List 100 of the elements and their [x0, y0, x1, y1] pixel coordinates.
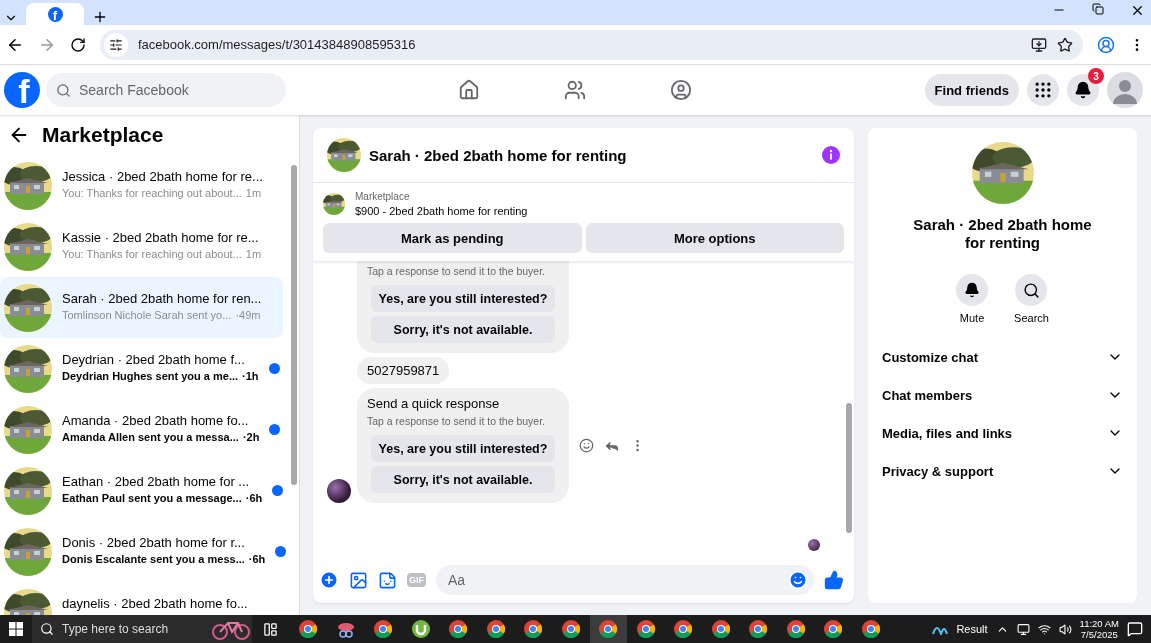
browser-icon[interactable]: [449, 620, 468, 638]
close-icon[interactable]: [1130, 3, 1145, 18]
menu-button[interactable]: [1027, 74, 1059, 106]
home-icon[interactable]: [458, 79, 480, 101]
card-subtitle: Tap a response to send it to the buyer.: [367, 265, 547, 277]
conversation-item[interactable]: Eathan · 2bed 2bath home for ... Eathan Paul sent you a message... ·6h: [0, 460, 283, 521]
action-label: Search: [1014, 312, 1049, 324]
browser-icon[interactable]: [486, 620, 505, 638]
emoji-icon[interactable]: [579, 438, 594, 453]
quick-reply-button[interactable]: Sorry, it's not available.: [371, 316, 555, 343]
bookmark-star-icon[interactable]: [1057, 36, 1073, 53]
add-icon[interactable]: [319, 570, 339, 590]
friends-icon[interactable]: [564, 79, 586, 101]
like-icon[interactable]: [824, 570, 844, 590]
listing-action-button[interactable]: Mark as pending: [323, 223, 582, 253]
browser-icon[interactable]: [636, 620, 655, 638]
browser-icon[interactable]: [824, 620, 843, 638]
taskbar-app[interactable]: [589, 615, 627, 643]
notification-icon[interactable]: [1127, 621, 1143, 637]
restore-icon[interactable]: [1092, 3, 1104, 15]
sidebar-title: Marketplace: [42, 123, 164, 147]
search-icon: [56, 82, 71, 98]
notifications-button[interactable]: [1067, 74, 1099, 106]
photo-icon[interactable]: [349, 570, 368, 590]
section-header[interactable]: Privacy & support: [880, 452, 1125, 490]
account-button[interactable]: [1107, 72, 1143, 108]
weather-label[interactable]: Result: [956, 623, 988, 635]
conversation-item[interactable]: Amanda · 2bed 2bath home fo... Amanda Allen sent you a messa... ·2h: [0, 399, 283, 460]
message-bubble: 5027959871: [357, 357, 450, 384]
browser-icon[interactable]: [861, 620, 880, 638]
search-button[interactable]: [1015, 274, 1048, 306]
sticker-icon[interactable]: [378, 570, 397, 590]
monitor-icon[interactable]: [1016, 622, 1030, 636]
conversation-item[interactable]: Deydrian · 2bed 2bath home f... Deydrian Hughes sent you a me... ·1h: [0, 338, 283, 399]
card-title: Send a quick response: [367, 396, 501, 411]
message-preview: Amanda Allen sent you a messa...: [62, 430, 239, 443]
conversation-name: Sarah · 2bed 2bath home for ren...: [62, 290, 262, 306]
mute-button[interactable]: [956, 274, 989, 306]
section-header[interactable]: Chat members: [880, 376, 1125, 414]
search-input[interactable]: Search Facebook: [77, 81, 257, 99]
section-header[interactable]: Media, files and links: [880, 414, 1125, 452]
browser-icon[interactable]: [674, 620, 693, 638]
browser-icon[interactable]: [299, 620, 318, 638]
conversation-item[interactable]: Kassie · 2bed 2bath home for re... You: Thanks for reaching out about... 1m: [0, 216, 283, 277]
message-input[interactable]: Aa: [446, 571, 788, 589]
browser-icon[interactable]: [711, 620, 730, 638]
new-tab-icon[interactable]: [92, 9, 108, 25]
install-icon[interactable]: [1031, 36, 1047, 53]
network-icon[interactable]: [1037, 622, 1051, 636]
message-preview: Eathan Paul sent you a message...: [62, 491, 242, 504]
message-time: ·6h: [248, 552, 266, 565]
chat-title: Sarah · 2bed 2bath home for renting: [369, 146, 628, 164]
bell-icon: [1074, 81, 1092, 99]
quick-reply-button[interactable]: Yes, are you still interested?: [371, 435, 555, 462]
task-view-icon[interactable]: [263, 621, 279, 637]
find-friends-button[interactable]: Find friends: [924, 74, 1019, 106]
section-header[interactable]: Customize chat: [880, 338, 1125, 376]
browser-icon[interactable]: [374, 620, 393, 638]
browser-icon[interactable]: [561, 620, 580, 638]
info-icon[interactable]: [822, 146, 840, 164]
message-field[interactable]: Aa: [436, 565, 814, 595]
quick-reply-button[interactable]: Sorry, it's not available.: [371, 466, 555, 493]
tab-favicon: f: [47, 6, 63, 22]
browser-tab[interactable]: f: [26, 3, 84, 25]
address-bar[interactable]: facebook.com/messages/t/30143848908595316: [100, 29, 1083, 60]
message-preview: Deydrian Hughes sent you a me...: [62, 369, 239, 382]
windows-icon[interactable]: [9, 622, 23, 636]
search-icon: [1023, 281, 1040, 299]
torrent-icon[interactable]: [411, 620, 430, 638]
message-time: ·2h: [242, 430, 260, 443]
message-preview: You: Thanks for reaching out about...: [62, 247, 242, 260]
profile-icon[interactable]: [1097, 35, 1115, 54]
notification-badge: 3: [1088, 68, 1104, 84]
bell-icon: [964, 282, 981, 298]
browser-icon[interactable]: [749, 620, 768, 638]
clock[interactable]: 11:20 AM 7/5/2025: [1079, 617, 1119, 641]
conversation-name: Kassie · 2bed 2bath home for re...: [62, 229, 260, 245]
conversation-item[interactable]: Sarah · 2bed 2bath home for ren... Tomlinson Nichole Sarah sent yo... ·49m: [0, 277, 283, 338]
browser-icon[interactable]: [524, 620, 543, 638]
browser-icon[interactable]: [786, 620, 805, 638]
card-subtitle: Tap a response to send it to the buyer.: [367, 415, 547, 427]
taskbar-search[interactable]: Type here to search: [32, 615, 252, 643]
conversation-item[interactable]: Donis · 2bed 2bath home for r... Donis Escalante sent you a mess... ·6h: [0, 521, 283, 582]
listing-action-button[interactable]: More options: [585, 223, 844, 253]
site-settings-icon[interactable]: [109, 37, 123, 52]
message-preview: You: Thanks for reaching out about...: [62, 186, 242, 199]
facebook-logo[interactable]: f: [4, 72, 40, 108]
conversation-name: Donis · 2bed 2bath home for r...: [62, 534, 246, 550]
quick-reply-button[interactable]: Yes, are you still interested?: [371, 285, 555, 312]
conversation-item[interactable]: Jessica · 2bed 2bath home for re... You: Thanks for reaching out about... 1m: [0, 155, 283, 216]
listing-label: Marketplace: [355, 191, 411, 202]
message-time: 1m: [245, 186, 262, 199]
groups-icon[interactable]: [670, 79, 692, 101]
search-field[interactable]: Search Facebook: [46, 73, 286, 107]
conversation-name: daynelis · 2bed 2bath home fo...: [62, 595, 249, 611]
reload-icon[interactable]: [70, 36, 86, 53]
message-time: ·1h: [242, 369, 259, 382]
message-time: ·49m: [235, 308, 261, 321]
browser-icon[interactable]: [599, 620, 618, 638]
volume-icon[interactable]: [1058, 622, 1072, 636]
